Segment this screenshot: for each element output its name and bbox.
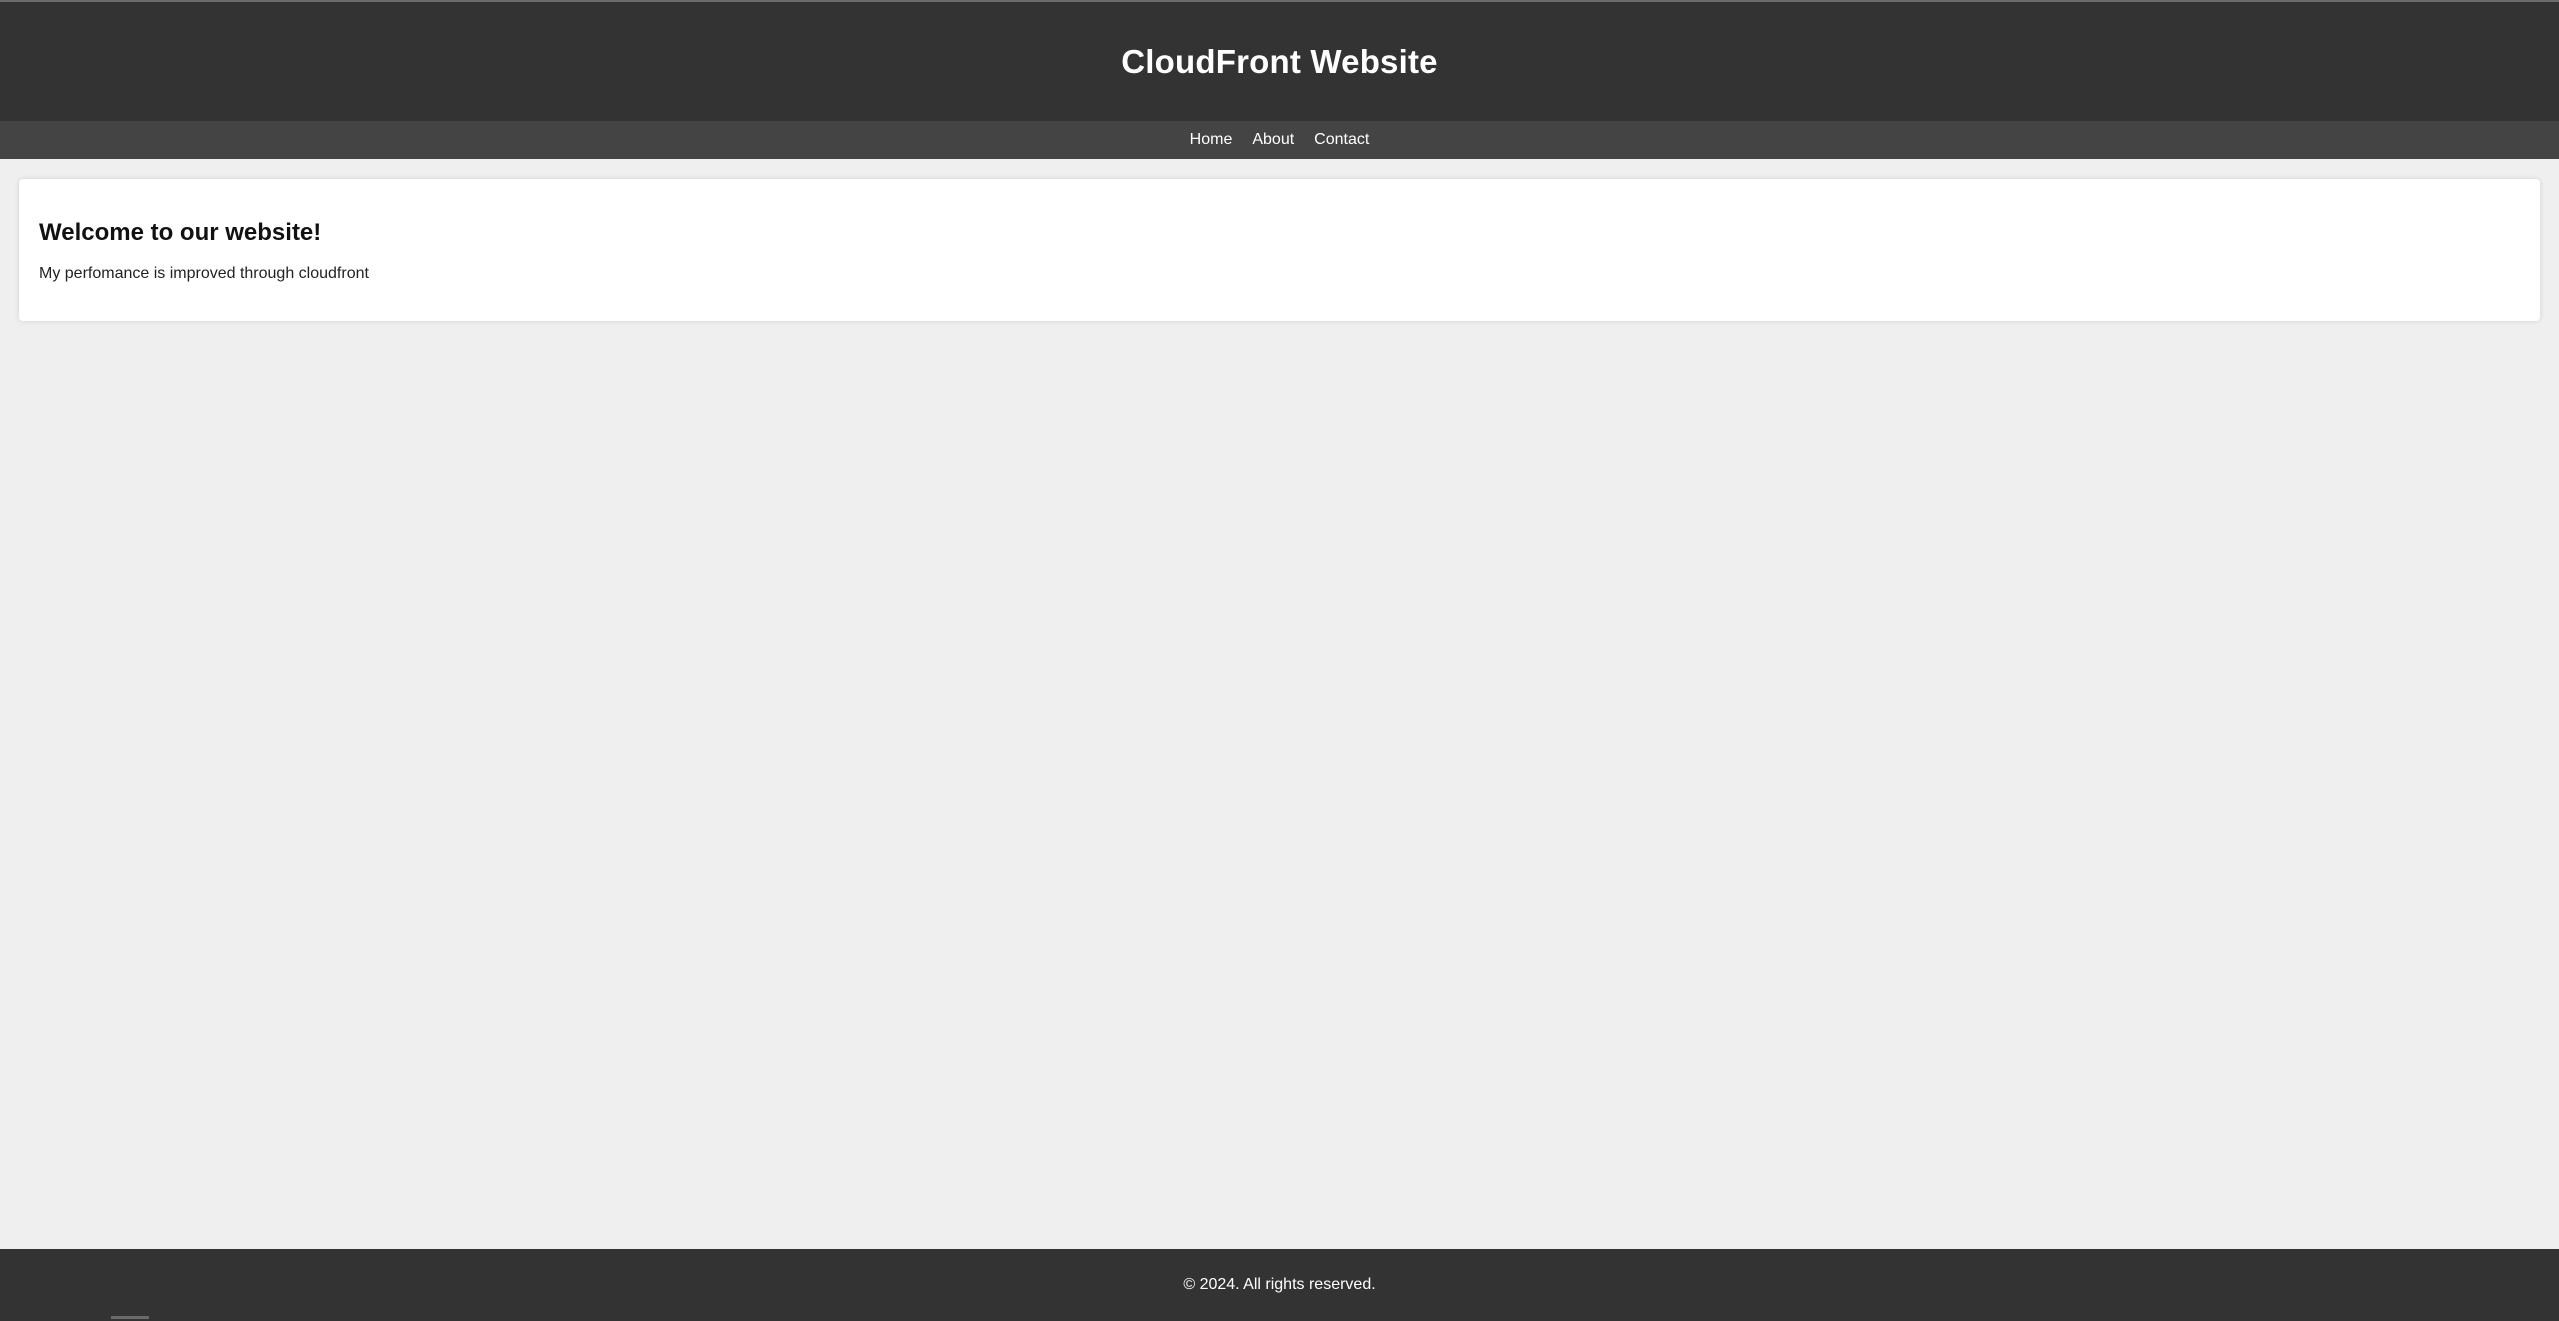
welcome-card: Welcome to our website! My perfomance is… — [19, 179, 2540, 321]
nav-link-home[interactable]: Home — [1190, 131, 1233, 149]
site-footer: © 2024. All rights reserved. — [0, 1249, 2559, 1321]
nav-link-contact[interactable]: Contact — [1314, 131, 1369, 149]
copyright-text: © 2024. All rights reserved. — [1183, 1276, 1376, 1293]
page: CloudFront Website Home About Contact We… — [0, 0, 2559, 1321]
welcome-heading: Welcome to our website! — [39, 219, 322, 246]
main-nav: Home About Contact — [0, 121, 2559, 159]
taskbar-indicator — [111, 1316, 149, 1319]
site-header: CloudFront Website — [0, 2, 2559, 121]
nav-link-about[interactable]: About — [1252, 131, 1294, 149]
site-title: CloudFront Website — [1121, 42, 1438, 80]
welcome-text: My perfomance is improved through cloudf… — [39, 265, 369, 282]
